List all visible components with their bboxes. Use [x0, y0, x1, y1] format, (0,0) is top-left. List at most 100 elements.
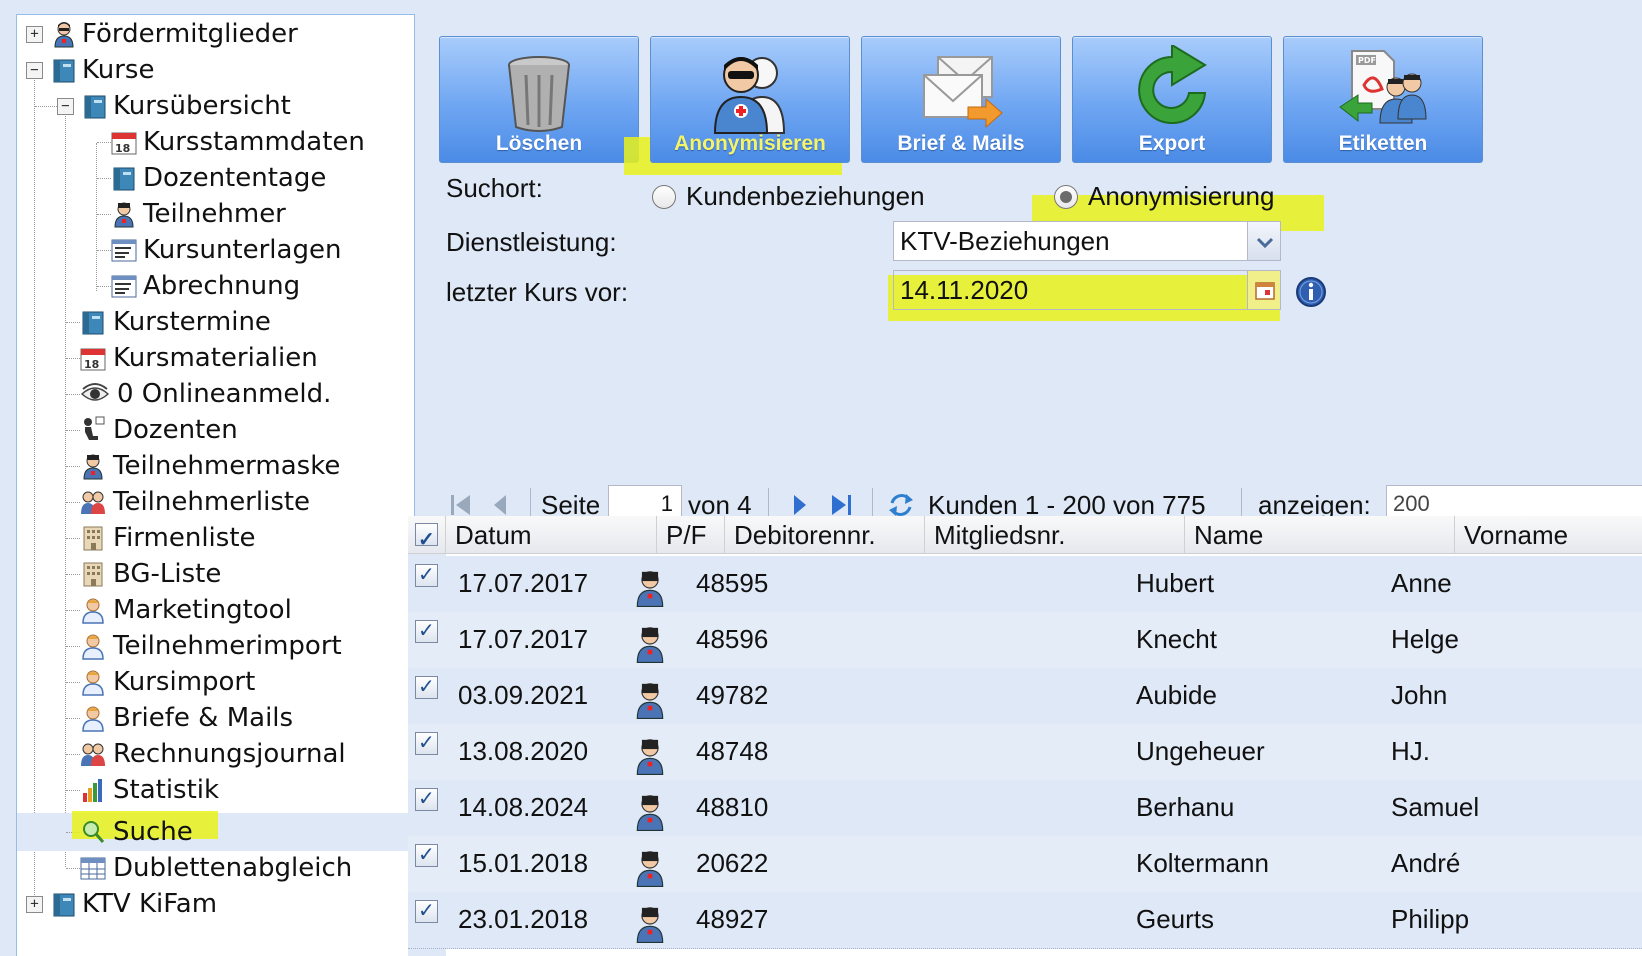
- tree-item-foerdermitglieder[interactable]: + Fördermitglieder: [17, 15, 414, 53]
- group-icon: [81, 743, 105, 766]
- expand-icon[interactable]: +: [26, 26, 43, 43]
- building-icon: [83, 562, 103, 587]
- tree-item-briefe-mails[interactable]: Briefe & Mails: [17, 699, 414, 737]
- search-location-label: Suchort:: [446, 173, 543, 203]
- tree-item-dublettenabgleich[interactable]: Dublettenabgleich: [17, 849, 414, 887]
- cell-vorname: Philipp: [1391, 904, 1470, 934]
- tree-item-onlineanmeld[interactable]: 0 Onlineanmeld.: [17, 375, 414, 413]
- person-icon: [635, 848, 665, 888]
- navigation-tree: + Fördermitglieder − Kurse − Kursübersic…: [16, 14, 415, 956]
- cell-name: Berhanu: [1136, 792, 1235, 822]
- radio-anonymisierung-label[interactable]: Anonymisierung: [1088, 181, 1274, 212]
- last-course-date-value: 14.11.2020: [900, 275, 1029, 305]
- tree-connector: [66, 682, 80, 683]
- tree-item-firmenliste[interactable]: Firmenliste: [17, 519, 414, 557]
- tree-item-kursstammdaten[interactable]: 18 Kursstammdaten: [17, 123, 414, 161]
- tree-item-dozententage[interactable]: Dozententage: [17, 159, 414, 197]
- tree-item-dozenten[interactable]: Dozenten: [17, 411, 414, 449]
- radio-anonymisierung[interactable]: [1054, 185, 1078, 209]
- tree-item-label: Kurstermine: [113, 307, 271, 337]
- tree-item-statistik[interactable]: Statistik: [17, 771, 414, 809]
- person-icon: [635, 624, 665, 664]
- collapse-icon[interactable]: −: [26, 62, 43, 79]
- tree-item-kurse[interactable]: − Kurse: [17, 51, 414, 89]
- column-header-name[interactable]: Name: [1185, 516, 1455, 554]
- date-picker-trigger[interactable]: [1247, 270, 1281, 310]
- tree-item-kurstermine[interactable]: Kurstermine: [17, 303, 414, 341]
- radio-kundenbeziehungen-label[interactable]: Kundenbeziehungen: [686, 181, 925, 212]
- tree-item-label: Kursunterlagen: [143, 235, 342, 265]
- info-icon[interactable]: [1295, 276, 1327, 308]
- tree-item-kursimport[interactable]: Kursimport: [17, 663, 414, 701]
- row-checkbox[interactable]: [415, 730, 438, 755]
- table-row[interactable]: 15.01.2018 20622 Koltermann André: [408, 836, 1642, 893]
- tree-item-teilnehmer[interactable]: Teilnehmer: [17, 195, 414, 233]
- trash-icon: [508, 56, 570, 132]
- tree-connector: [66, 610, 80, 611]
- tree-item-suche[interactable]: Suche: [17, 811, 414, 851]
- results-grid: Datum P/F Debitorennr. Mitgliedsnr. Name…: [408, 516, 1642, 956]
- tree-item-bg-liste[interactable]: BG-Liste: [17, 555, 414, 593]
- radio-kundenbeziehungen[interactable]: [652, 185, 676, 209]
- row-checkbox[interactable]: [415, 674, 438, 699]
- column-header-mitgliedsnr[interactable]: Mitgliedsnr.: [925, 516, 1185, 554]
- group-icon: [81, 491, 105, 514]
- anonymize-users-icon: [713, 57, 786, 134]
- tree-item-rechnungsjournal[interactable]: Rechnungsjournal: [17, 735, 414, 773]
- table-row[interactable]: 03.09.2021 49782 Aubide John: [408, 668, 1642, 725]
- cell-debitorennr: 48748: [696, 736, 769, 766]
- expand-icon[interactable]: +: [26, 896, 43, 913]
- column-header-vorname[interactable]: Vorname: [1455, 516, 1642, 554]
- tree-item-ktv-kifam[interactable]: + KTV KiFam: [17, 885, 414, 923]
- last-course-date-field[interactable]: 14.11.2020: [893, 270, 1281, 310]
- collapse-icon[interactable]: −: [57, 98, 74, 115]
- export-button[interactable]: Export: [1072, 36, 1272, 163]
- list-icon: [111, 275, 137, 298]
- tree-item-kursuebersicht[interactable]: − Kursübersicht: [17, 87, 414, 125]
- cell-vorname: John: [1391, 680, 1448, 710]
- cell-datum: 14.08.2024: [458, 792, 589, 822]
- service-label: Dienstleistung:: [446, 227, 617, 257]
- row-checkbox[interactable]: [415, 562, 438, 587]
- tree-item-label: Abrechnung: [143, 271, 301, 301]
- cell-datum: 15.01.2018: [458, 848, 589, 878]
- delete-button-label: Löschen: [495, 132, 583, 155]
- page-number-value: 1: [660, 491, 673, 516]
- tree-item-label: Kursimport: [113, 667, 256, 697]
- delete-button[interactable]: Löschen: [439, 36, 639, 163]
- person-icon: [635, 736, 665, 776]
- tree-item-label: Firmenliste: [113, 523, 256, 553]
- column-header-debitorennr[interactable]: Debitorennr.: [725, 516, 925, 554]
- table-row[interactable]: 13.08.2020 48748 Ungeheuer HJ.: [408, 724, 1642, 781]
- tree-item-marketingtool[interactable]: Marketingtool: [17, 591, 414, 629]
- row-checkbox[interactable]: [415, 618, 438, 643]
- table-row[interactable]: 17.07.2017 48595 Hubert Anne: [408, 556, 1642, 613]
- table-row[interactable]: 23.01.2018 48927 Geurts Philipp: [408, 892, 1642, 949]
- svg-text:18: 18: [115, 142, 130, 155]
- tree-item-abrechnung[interactable]: Abrechnung: [17, 267, 414, 305]
- column-header-datum[interactable]: Datum: [446, 516, 657, 554]
- table-row[interactable]: 17.07.2017 48596 Knecht Helge: [408, 612, 1642, 669]
- book-icon: [84, 95, 106, 119]
- labels-button[interactable]: PDF Etiketten: [1283, 36, 1483, 163]
- tree-item-teilnehmerliste[interactable]: Teilnehmerliste: [17, 483, 414, 521]
- tree-item-label: Marketingtool: [113, 595, 292, 625]
- letters-mails-button[interactable]: Brief & Mails: [861, 36, 1061, 163]
- service-select-value: KTV-Beziehungen: [900, 226, 1110, 256]
- tree-connector: [66, 718, 80, 719]
- service-select[interactable]: KTV-Beziehungen: [893, 221, 1281, 261]
- row-checkbox[interactable]: [415, 786, 438, 811]
- list-icon: [111, 239, 137, 262]
- anonymize-button[interactable]: Anonymisieren: [650, 36, 850, 163]
- select-all-checkbox[interactable]: [415, 521, 438, 559]
- row-checkbox[interactable]: [415, 842, 438, 867]
- tree-item-teilnehmerimport[interactable]: Teilnehmerimport: [17, 627, 414, 665]
- column-header-pf[interactable]: P/F: [657, 516, 725, 554]
- table-row[interactable]: 14.08.2024 48810 Berhanu Samuel: [408, 780, 1642, 837]
- user-icon: [82, 598, 104, 624]
- tree-item-kursunterlagen[interactable]: Kursunterlagen: [17, 231, 414, 269]
- tree-item-kursmaterialien[interactable]: 18 Kursmaterialien: [17, 339, 414, 377]
- dropdown-trigger[interactable]: [1247, 221, 1281, 261]
- row-checkbox[interactable]: [415, 898, 438, 923]
- tree-item-teilnehmermaske[interactable]: Teilnehmermaske: [17, 447, 414, 485]
